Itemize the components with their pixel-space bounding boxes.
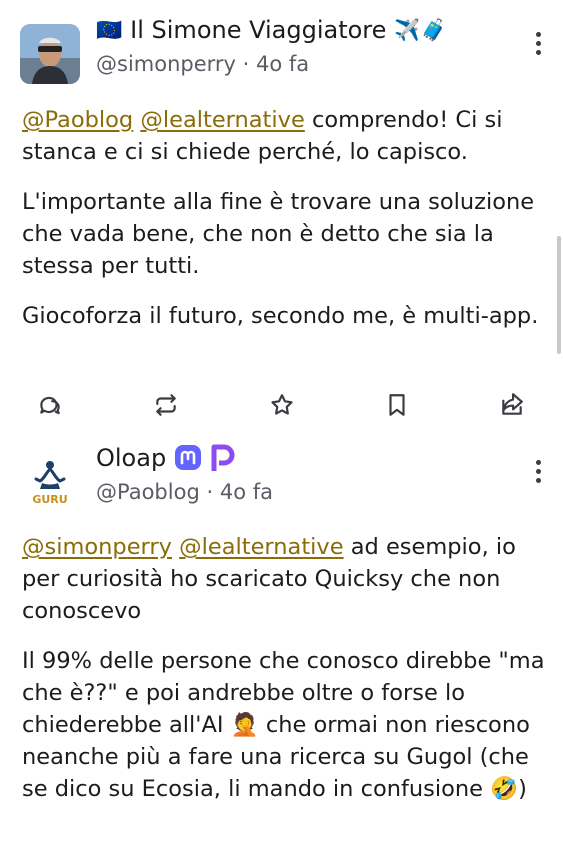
handle[interactable]: @Paoblog — [96, 480, 200, 504]
paragraph: @simonperry @lealternative ad esempio, i… — [22, 531, 547, 627]
pixelfed-icon — [210, 443, 236, 473]
share-icon[interactable] — [497, 390, 527, 420]
avatar[interactable]: GURU — [20, 451, 80, 511]
handle-row: @Paoblog · 4o fa — [96, 480, 273, 504]
avatar[interactable] — [20, 24, 80, 84]
handle-row: @simonperry · 4o fa — [96, 52, 309, 76]
paragraph: Giocoforza il futuro, secondo me, è mult… — [22, 303, 539, 329]
avatar-text: GURU — [32, 493, 67, 506]
bookmark-icon[interactable] — [382, 390, 412, 420]
paragraph: Il 99% delle persone che conosco direbbe… — [22, 648, 545, 802]
mastodon-icon — [174, 444, 202, 472]
post-content: @simonperry @lealternative ad esempio, i… — [22, 531, 547, 823]
separator: · — [242, 52, 250, 76]
action-bar — [0, 390, 563, 422]
display-name: Oloap — [96, 444, 167, 472]
post-content: @Paoblog @lealternative comprendo! Ci si… — [22, 104, 547, 350]
reply-icon[interactable] — [35, 390, 65, 420]
mention-paoblog[interactable]: @Paoblog — [22, 107, 133, 133]
display-name-row[interactable]: 🇪🇺 Il Simone Viaggiatore ✈️🧳 — [96, 16, 447, 44]
boost-icon[interactable] — [151, 390, 181, 420]
eu-flag-icon: 🇪🇺 — [96, 17, 123, 42]
timestamp: 4o fa — [256, 52, 310, 76]
more-options-icon[interactable] — [535, 32, 541, 55]
mention-simonperry[interactable]: @simonperry — [22, 534, 172, 560]
more-options-icon[interactable] — [535, 460, 541, 483]
separator: · — [206, 480, 214, 504]
paragraph: L'importante alla fine è trovare una sol… — [22, 189, 535, 279]
paragraph: @Paoblog @lealternative comprendo! Ci si… — [22, 104, 547, 168]
display-name-row[interactable]: Oloap — [96, 443, 236, 473]
scrollbar[interactable] — [557, 236, 561, 354]
mention-lealternative[interactable]: @lealternative — [140, 107, 304, 133]
display-name: Il Simone Viaggiatore — [130, 16, 387, 44]
favourite-icon[interactable] — [267, 390, 297, 420]
travel-icons: ✈️🧳 — [394, 17, 447, 42]
handle[interactable]: @simonperry — [96, 52, 236, 76]
mention-lealternative[interactable]: @lealternative — [179, 534, 343, 560]
timestamp: 4o fa — [219, 480, 273, 504]
